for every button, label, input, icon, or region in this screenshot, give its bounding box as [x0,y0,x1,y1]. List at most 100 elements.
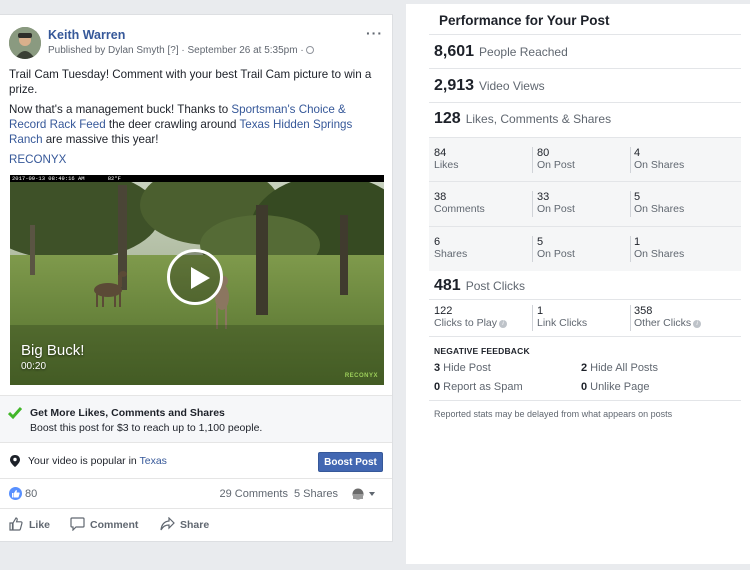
comments-on-post-cell: 33 On Post [537,191,575,215]
other-clicks-label: Other Clicks [634,317,692,329]
row-divider [429,181,741,182]
likes-label: Likes [434,159,459,171]
post-tag-line: RECONYX [9,152,383,167]
popular-label: Your video is popular in [28,455,140,467]
shares-on-post-cell: 5 On Post [537,236,575,260]
info-icon[interactable]: i [499,320,508,328]
shares-on-post-number: 5 [537,236,544,248]
comments-label: Comments [434,203,485,215]
post-clicks-stat: 481 Post Clicks [434,277,525,295]
col-divider [532,191,533,217]
post-card: Keith Warren Published by Dylan Smyth [?… [0,14,393,542]
boost-suggestion[interactable]: Get More Likes, Comments and Shares Boos… [0,395,392,443]
popular-text: Your video is popular in Texas [28,455,167,467]
divider [429,68,741,69]
play-icon[interactable] [167,249,223,305]
hide-all-posts-number: 2 [581,362,588,374]
info-icon[interactable]: i [693,320,702,328]
like-icon [9,517,23,531]
panel-title: Performance for Your Post [439,13,610,28]
people-reached-value: 8,601 [434,43,475,60]
boost-post-button[interactable]: Boost Post [318,452,383,472]
post-text-a: Now that's a management buck! Thanks to [9,103,232,116]
comments-on-post-number: 33 [537,191,550,203]
like-label: Like [29,519,51,531]
post-clicks-value: 481 [434,277,461,294]
likes-on-post-label: On Post [537,159,575,171]
likes-on-shares-label: On Shares [634,159,685,171]
shares-on-shares-number: 1 [634,236,641,248]
post-meta: Published by Dylan Smyth [?] · September… [48,45,315,56]
video-player[interactable]: 2017-09-13 08:49:16 AM 82°F Big Buck! 00… [10,175,384,385]
comments-on-shares-number: 5 [634,191,641,203]
post-text-line2: Now that's a management buck! Thanks to … [9,102,383,147]
clicks-to-play-cell: 122 Clicks to Play i [434,305,508,329]
comments-number: 38 [434,191,447,203]
likes-on-shares-cell: 4 On Shares [634,147,684,171]
share-button[interactable]: Share [160,517,209,531]
like-count[interactable]: 80 [25,488,37,500]
likes-on-post-cell: 80 On Post [537,147,575,171]
popular-row: Your video is popular in Texas Boost Pos… [0,443,392,479]
hide-all-posts-stat: 2 Hide All Posts [581,362,658,374]
reconyx-tag-link[interactable]: RECONYX [9,153,66,166]
link-clicks-cell: 1 Link Clicks [537,305,587,329]
comments-on-shares-cell: 5 On Shares [634,191,684,215]
comment-icon [70,517,85,531]
engagement-value: 128 [434,110,461,127]
hide-all-posts-label: Hide All Posts [590,362,658,374]
engagement-counts: 29 Comments 5 Shares [219,488,338,500]
post-body: Trail Cam Tuesday! Comment with your bes… [0,63,392,167]
likes-on-post-number: 80 [537,147,550,159]
clicks-to-play-number: 122 [434,305,453,317]
col-divider [532,147,533,173]
divider [429,336,741,337]
author-avatar[interactable] [9,27,41,59]
report-spam-number: 0 [434,381,441,393]
post-meta-text: Published by Dylan Smyth [?] · September… [48,45,307,56]
audience-icon[interactable] [350,488,378,500]
shares-number: 6 [434,236,441,248]
video-views-label: Video Views [479,79,545,93]
popular-place-link[interactable]: Texas [140,455,167,467]
video-views-value: 2,913 [434,77,475,94]
like-reaction-icon[interactable] [9,487,22,500]
other-clicks-cell: 358 Other Clicks i [634,305,702,329]
boost-subtitle: Boost this post for $3 to reach up to 1,… [30,422,263,434]
comments-count[interactable]: 29 Comments [219,488,287,500]
col-divider [532,305,533,331]
report-spam-stat: 0 Report as Spam [434,381,523,393]
unlike-page-stat: 0 Unlike Page [581,381,649,393]
video-title: Big Buck! [21,342,85,359]
link-clicks-label: Link Clicks [537,317,588,329]
divider [429,102,741,103]
people-reached-stat: 8,601 People Reached [434,43,568,61]
other-clicks-number: 358 [634,305,653,317]
action-row: Like Comment Share [0,509,392,543]
like-button[interactable]: Like [9,517,51,531]
comment-button[interactable]: Comment [70,517,138,531]
likes-number: 84 [434,147,447,159]
divider [429,34,741,35]
shares-cell: 6 Shares [434,236,467,260]
row-divider [429,226,741,227]
negative-feedback-title: NEGATIVE FEEDBACK [434,346,530,356]
shares-count[interactable]: 5 Shares [294,488,338,500]
reactions-row: 80 29 Comments 5 Shares [0,479,392,509]
post-header: Keith Warren Published by Dylan Smyth [?… [0,15,392,63]
map-pin-icon [10,455,20,467]
col-divider [630,147,631,173]
likes-cell: 84 Likes [434,147,459,171]
hide-post-label: Hide Post [443,362,491,374]
performance-panel: Performance for Your Post 8,601 People Re… [406,4,750,564]
col-divider [630,191,631,217]
more-options-button[interactable]: ··· [366,25,383,41]
col-divider [532,236,533,262]
reconyx-watermark: RECONYX [344,373,378,379]
people-reached-label: People Reached [479,45,568,59]
engagement-breakdown: 84 Likes 80 On Post 4 On Shares 38 Comments … [429,137,741,271]
author-name[interactable]: Keith Warren [48,28,125,42]
shares-on-shares-label: On Shares [634,248,685,260]
post-clicks-label: Post Clicks [465,279,526,293]
shares-label: Shares [434,248,468,260]
